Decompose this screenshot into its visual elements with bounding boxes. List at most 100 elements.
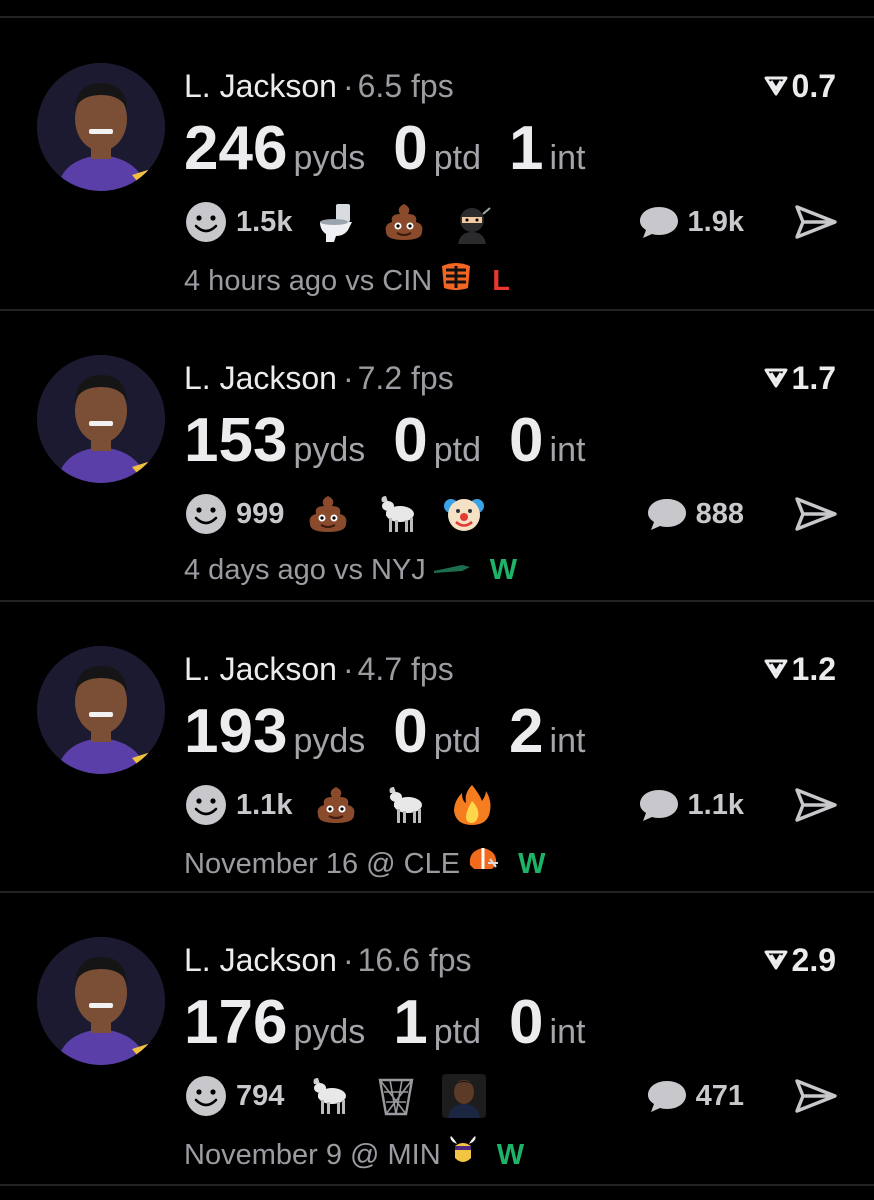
projection: 0.7 (764, 66, 836, 106)
post-card[interactable]: L. Jackson · 6.5 fps 0.7 246 pyds 0 ptd 1 int 1… (0, 18, 874, 308)
player-photo-icon (37, 63, 165, 191)
post-header: L. Jackson · 6.5 fps (184, 66, 454, 106)
player-name[interactable]: L. Jackson (184, 651, 337, 687)
opponent: vs CIN (345, 264, 433, 297)
player-photo-icon (37, 646, 165, 774)
reactions-row: 1.5k (184, 200, 518, 244)
comment-count: 888 (695, 497, 744, 530)
fantasy-points: 4.7 fps (357, 651, 454, 687)
smiley-icon[interactable] (184, 200, 228, 244)
toilet-icon[interactable] (314, 200, 358, 244)
passing-yards-value: 193 (184, 697, 288, 766)
passing-td-label: ptd (433, 139, 482, 177)
game-result: L (492, 264, 510, 297)
post-feed: L. Jackson · 6.5 fps 0.7 246 pyds 0 ptd 1 int 1… (0, 0, 874, 1200)
comment-count: 1.9k (687, 205, 744, 238)
projection-value: 1.7 (791, 360, 836, 396)
poop-icon[interactable] (306, 492, 350, 536)
ninja-icon[interactable] (450, 200, 494, 244)
comment-count: 1.1k (687, 788, 744, 821)
comments-button[interactable]: 1.1k (638, 783, 744, 827)
poop-icon[interactable] (314, 783, 358, 827)
player-name[interactable]: L. Jackson (184, 942, 337, 978)
vikings-logo-icon (447, 1136, 479, 1174)
opponent: @ CLE (366, 847, 461, 880)
passing-td-value: 1 (393, 988, 428, 1057)
smiley-icon[interactable] (184, 783, 228, 827)
passing-td-value: 0 (393, 697, 428, 766)
passing-td-value: 0 (393, 114, 428, 183)
share-icon[interactable] (794, 204, 838, 240)
goat-icon[interactable] (306, 1074, 350, 1118)
post-header: L. Jackson · 16.6 fps (184, 940, 471, 980)
fantasy-points: 6.5 fps (357, 68, 454, 104)
avatar[interactable] (37, 646, 165, 774)
passing-yards-label: pyds (293, 431, 366, 469)
projection-value: 2.9 (791, 942, 836, 978)
interceptions-label: int (549, 431, 586, 469)
jets-logo-icon (432, 554, 472, 587)
projection: 1.7 (764, 358, 836, 398)
comment-bubble-icon (639, 207, 678, 238)
poop-icon[interactable] (382, 200, 426, 244)
passing-yards-value: 176 (184, 988, 288, 1057)
reaction-count: 1.1k (236, 788, 293, 821)
projection-value: 1.2 (791, 651, 836, 687)
game-info: November 16 @ CLE W (184, 845, 545, 883)
passing-td-label: ptd (433, 431, 482, 469)
player-name[interactable]: L. Jackson (184, 68, 337, 104)
interceptions-value: 1 (509, 114, 544, 183)
post-card[interactable]: L. Jackson · 7.2 fps 1.7 153 pyds 0 ptd 0 int 9… (0, 310, 874, 600)
share-icon[interactable] (794, 496, 838, 532)
share-icon[interactable] (794, 1078, 838, 1114)
post-card[interactable]: L. Jackson · 16.6 fps 2.9 176 pyds 1 ptd 0 int … (0, 892, 874, 1182)
game-time: 4 days ago (184, 554, 326, 586)
comments-button[interactable]: 888 (646, 492, 744, 536)
passing-yards-value: 246 (184, 114, 288, 183)
reactions-row: 999 (184, 492, 510, 536)
stat-line: 246 pyds 0 ptd 1 int (184, 114, 613, 184)
separator-dot: · (342, 68, 354, 104)
comment-bubble-icon (647, 499, 686, 530)
post-header: L. Jackson · 4.7 fps (184, 649, 454, 689)
projection: 1.2 (764, 649, 836, 689)
browns-logo-icon (466, 845, 500, 883)
reaction-count: 999 (236, 497, 285, 530)
opponent: vs NYJ (333, 554, 426, 586)
player-name[interactable]: L. Jackson (184, 360, 337, 396)
share-icon[interactable] (794, 787, 838, 823)
interceptions-label: int (549, 1013, 586, 1051)
avatar[interactable] (37, 63, 165, 191)
comment-count: 471 (695, 1079, 744, 1112)
smiley-icon[interactable] (184, 1074, 228, 1118)
pin-icon (764, 76, 788, 96)
comments-button[interactable]: 1.9k (638, 200, 744, 244)
stat-line: 176 pyds 1 ptd 0 int (184, 988, 613, 1058)
game-time: 4 hours ago (184, 264, 338, 297)
goat-icon[interactable] (374, 492, 418, 536)
comments-button[interactable]: 471 (646, 1074, 744, 1118)
interceptions-value: 2 (509, 697, 544, 766)
post-card[interactable]: L. Jackson · 4.7 fps 1.2 193 pyds 0 ptd 2 int 1… (0, 601, 874, 891)
interceptions-value: 0 (509, 406, 544, 475)
pin-icon (764, 950, 788, 970)
avatar[interactable] (37, 937, 165, 1065)
bengals-logo-icon (438, 262, 474, 300)
separator-dot: · (342, 360, 354, 396)
divider (0, 1184, 874, 1186)
clown-icon[interactable] (442, 492, 486, 536)
goat-icon[interactable] (382, 783, 426, 827)
projection: 2.9 (764, 940, 836, 980)
basket-icon[interactable] (374, 1074, 418, 1118)
game-info: November 9 @ MIN W (184, 1136, 524, 1174)
fantasy-points: 7.2 fps (357, 360, 454, 396)
avatar-emoji-icon[interactable] (442, 1074, 487, 1118)
game-result: W (489, 554, 518, 586)
avatar[interactable] (37, 355, 165, 483)
smiley-icon[interactable] (184, 492, 228, 536)
game-info: 4 days ago vs NYJ W (184, 554, 517, 587)
fire-icon[interactable] (450, 783, 494, 827)
passing-td-label: ptd (433, 1013, 482, 1051)
fantasy-points: 16.6 fps (357, 942, 472, 978)
projection-value: 0.7 (791, 68, 836, 104)
